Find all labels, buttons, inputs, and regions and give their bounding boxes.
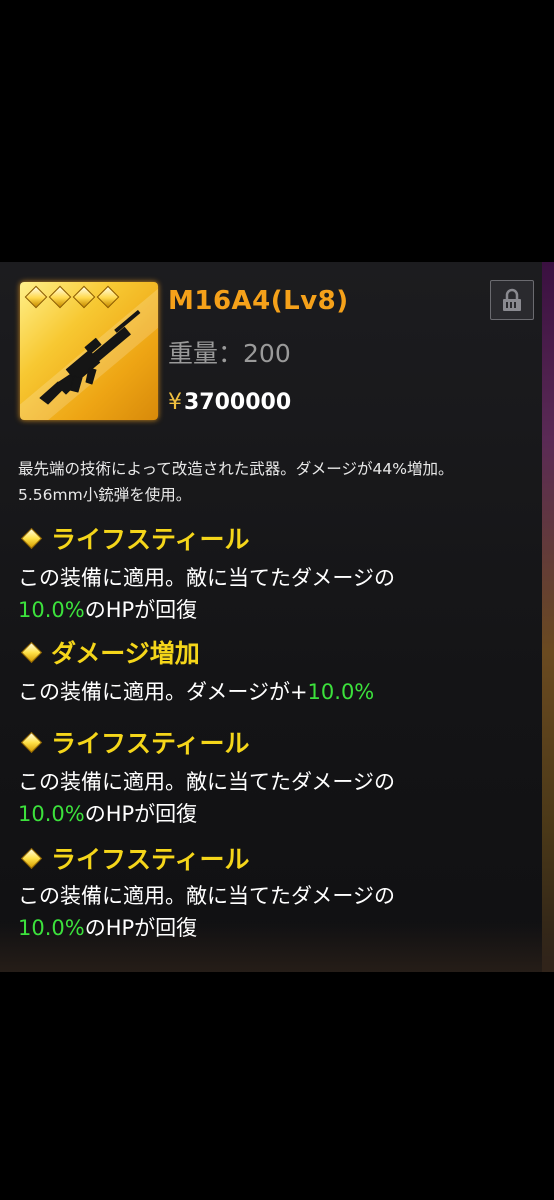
skill-title: ライフスティール <box>18 724 250 760</box>
skill-value: 10.0% <box>307 680 375 704</box>
skill-value: 10.0% <box>18 598 85 622</box>
skill-value: 10.0% <box>18 916 85 940</box>
lock-button[interactable] <box>490 280 534 320</box>
weight-value: 200 <box>243 339 291 368</box>
skill-gem-icon <box>20 641 43 663</box>
skill-description: この装備に適用。敵に当てたダメージの 10.0%のHPが回復 <box>18 884 395 940</box>
skill-title: ライフスティール <box>18 840 250 876</box>
skill-gem-icon <box>20 847 43 869</box>
item-price: ¥3700000 <box>168 390 291 415</box>
currency-icon: ¥ <box>168 390 182 415</box>
price-value: 3700000 <box>184 390 292 415</box>
item-description: 最先端の技術によって改造された武器。ダメージが44%増加。5.56mm小銃弾を使… <box>18 460 454 504</box>
skill-value: 10.0% <box>18 802 85 826</box>
rarity-star-icon <box>24 285 48 309</box>
rarity-star-icon <box>48 285 72 309</box>
weight-label: 重量： <box>168 339 244 368</box>
item-weight: 重量：200 <box>168 334 291 370</box>
item-detail-panel: M16A4(Lv8) 重量：200 ¥3700000 最先端の技術によって改造さ… <box>0 262 554 972</box>
rarity-stars <box>24 285 120 309</box>
background-art <box>542 262 554 972</box>
skill-title: ダメージ増加 <box>18 634 200 670</box>
assault-rifle-icon <box>39 310 141 405</box>
rarity-star-icon <box>72 285 96 309</box>
item-name: M16A4(Lv8) <box>168 286 349 316</box>
skill-gem-icon <box>20 527 43 549</box>
skill-title: ライフスティール <box>18 520 250 556</box>
lock-icon <box>503 288 521 311</box>
skill-description: この装備に適用。ダメージが+10.0% <box>18 680 375 704</box>
item-icon-frame <box>20 282 158 420</box>
rarity-star-icon <box>96 285 120 309</box>
skill-description: この装備に適用。敵に当てたダメージの 10.0%のHPが回復 <box>18 566 395 622</box>
skill-description: この装備に適用。敵に当てたダメージの 10.0%のHPが回復 <box>18 770 395 826</box>
skill-gem-icon <box>20 731 43 753</box>
